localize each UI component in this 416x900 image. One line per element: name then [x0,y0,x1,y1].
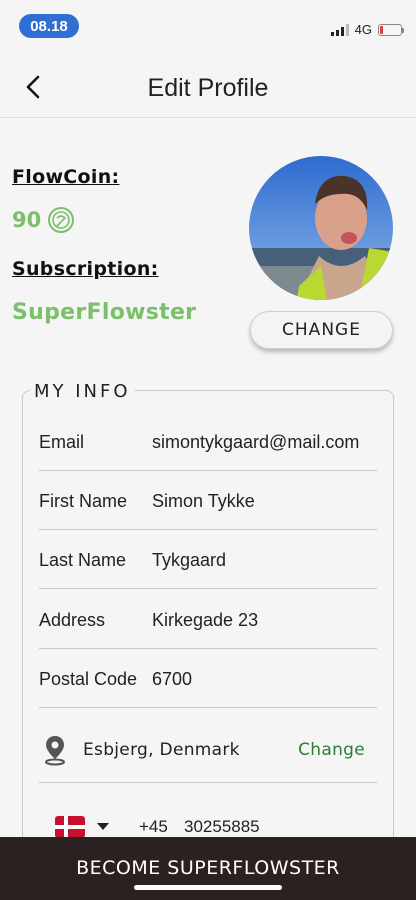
first-name-label: First Name [39,491,128,511]
email-value[interactable]: simontykgaard@mail.com [152,432,359,453]
address-value[interactable]: Kirkegade 23 [152,610,258,631]
battery-icon [378,23,404,36]
subscription-label: Subscription: [12,258,159,280]
address-field[interactable]: Address Kirkegade 23 [39,590,377,649]
avatar [249,156,393,300]
last-name-field[interactable]: Last Name Tykgaard [39,530,377,589]
email-field[interactable]: Email simontykgaard@mail.com [39,412,377,471]
flowcoin-label: FlowCoin: [12,166,120,188]
email-label: Email [39,432,85,452]
phone-code: +45 [139,817,168,836]
flowcoin-value: 90 [12,208,42,232]
phone-number[interactable]: 30255885 [184,817,260,837]
network-type: 4G [354,22,372,37]
signal-icon [330,23,349,36]
home-indicator [134,885,282,890]
location-text: Esbjerg, Denmark [83,740,240,760]
flowcoin-icon [48,207,75,233]
page-title: Edit Profile [147,74,269,102]
postal-code-label: Postal Code [39,669,138,689]
subscription-value: SuperFlowster [12,300,197,325]
status-indicators: 4G [330,22,404,37]
last-name-value[interactable]: Tykgaard [152,550,226,571]
status-time: 08.18 [19,14,79,38]
change-photo-button[interactable]: CHANGE [250,311,393,349]
postal-code-field[interactable]: Postal Code 6700 [39,649,377,708]
denmark-flag-icon[interactable] [55,816,85,838]
profile-photo [249,156,393,300]
first-name-value[interactable]: Simon Tykke [152,491,255,512]
first-name-field[interactable]: First Name Simon Tykke [39,471,377,530]
header: Edit Profile [0,56,416,118]
become-superflowster-label: BECOME SUPERFLOWSTER [76,857,340,879]
location-pin-icon [45,736,65,766]
location-row: Esbjerg, Denmark Change [39,720,377,783]
become-superflowster-button[interactable]: BECOME SUPERFLOWSTER [0,837,416,900]
status-bar: 08.18 4G [0,0,416,56]
flowcoin-balance: 90 [12,206,75,234]
change-location-button[interactable]: Change [298,740,365,760]
chevron-down-icon[interactable] [97,823,109,831]
address-label: Address [39,610,106,630]
postal-code-value[interactable]: 6700 [152,669,192,690]
my-info-legend: MY INFO [30,381,135,402]
last-name-label: Last Name [39,550,127,570]
